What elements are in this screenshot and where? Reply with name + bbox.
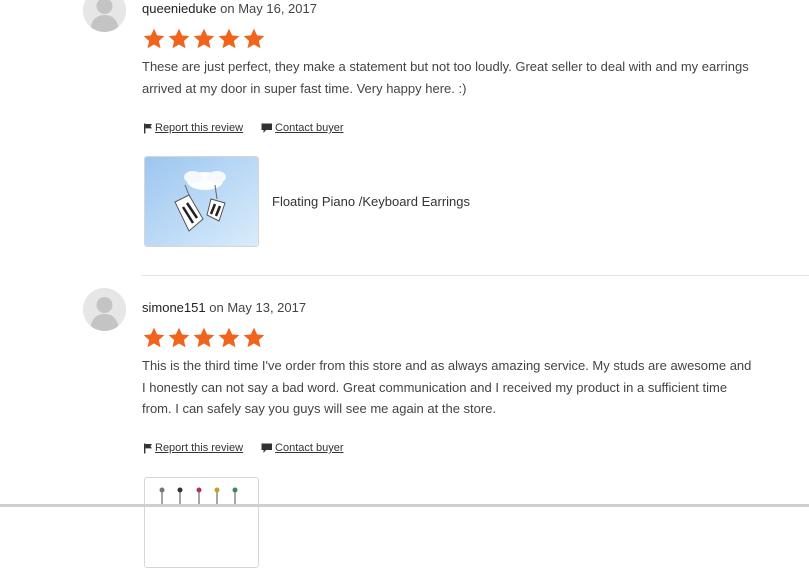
contact-buyer-link[interactable]: Contact buyer <box>261 442 344 454</box>
reviewer-avatar[interactable] <box>83 288 126 331</box>
review-divider <box>142 275 809 276</box>
star-rating <box>142 27 266 51</box>
report-review-link[interactable]: Report this review <box>143 122 243 134</box>
report-review-label: Report this review <box>155 122 244 134</box>
date-prefix: on <box>209 300 224 315</box>
flag-icon <box>144 123 152 133</box>
product-thumbnail[interactable] <box>144 156 259 247</box>
star-icon <box>193 327 215 348</box>
product-name-link[interactable]: Floating Piano /Keyboard Earrings <box>272 194 470 209</box>
studs-product-image <box>145 478 258 567</box>
star-icon <box>218 327 240 348</box>
contact-buyer-link[interactable]: Contact buyer <box>261 122 344 134</box>
review-text: These are just perfect, they make a stat… <box>142 59 749 96</box>
review-date: May 13, 2017 <box>227 300 307 315</box>
product-thumbnail[interactable] <box>144 477 259 568</box>
star-icon <box>168 28 190 49</box>
reviewer-avatar[interactable] <box>83 0 126 32</box>
earrings-product-image <box>145 157 258 246</box>
review-text: This is the third time I've order from t… <box>142 358 752 416</box>
review-actions: Report this review Contact buyer <box>143 122 344 134</box>
default-user-avatar-icon <box>83 288 126 331</box>
star-icon <box>193 28 215 49</box>
reviewer-name-link[interactable]: queenieduke <box>142 1 216 16</box>
star-icon <box>218 28 240 49</box>
star-icon <box>143 327 165 348</box>
star-rating <box>142 326 266 350</box>
star-icon <box>243 327 265 348</box>
star-icon <box>168 327 190 348</box>
report-review-link[interactable]: Report this review <box>143 442 243 454</box>
review-actions: Report this review Contact buyer <box>143 442 344 454</box>
date-prefix: on <box>220 1 235 16</box>
flag-icon <box>144 443 152 453</box>
contact-buyer-label: Contact buyer <box>275 442 344 454</box>
speech-bubble-icon <box>261 443 273 453</box>
contact-buyer-label: Contact buyer <box>275 122 344 134</box>
reviewer-name-link[interactable]: simone151 <box>142 300 206 315</box>
review-date: May 16, 2017 <box>238 1 317 16</box>
report-review-label: Report this review <box>155 442 244 454</box>
default-user-avatar-icon <box>83 0 126 32</box>
star-icon <box>243 28 265 49</box>
star-icon <box>143 28 165 49</box>
review-header: queenieduke on May 16, 2017 <box>142 1 317 16</box>
speech-bubble-icon <box>261 123 273 133</box>
review-header: simone151 on May 13, 2017 <box>142 300 306 315</box>
